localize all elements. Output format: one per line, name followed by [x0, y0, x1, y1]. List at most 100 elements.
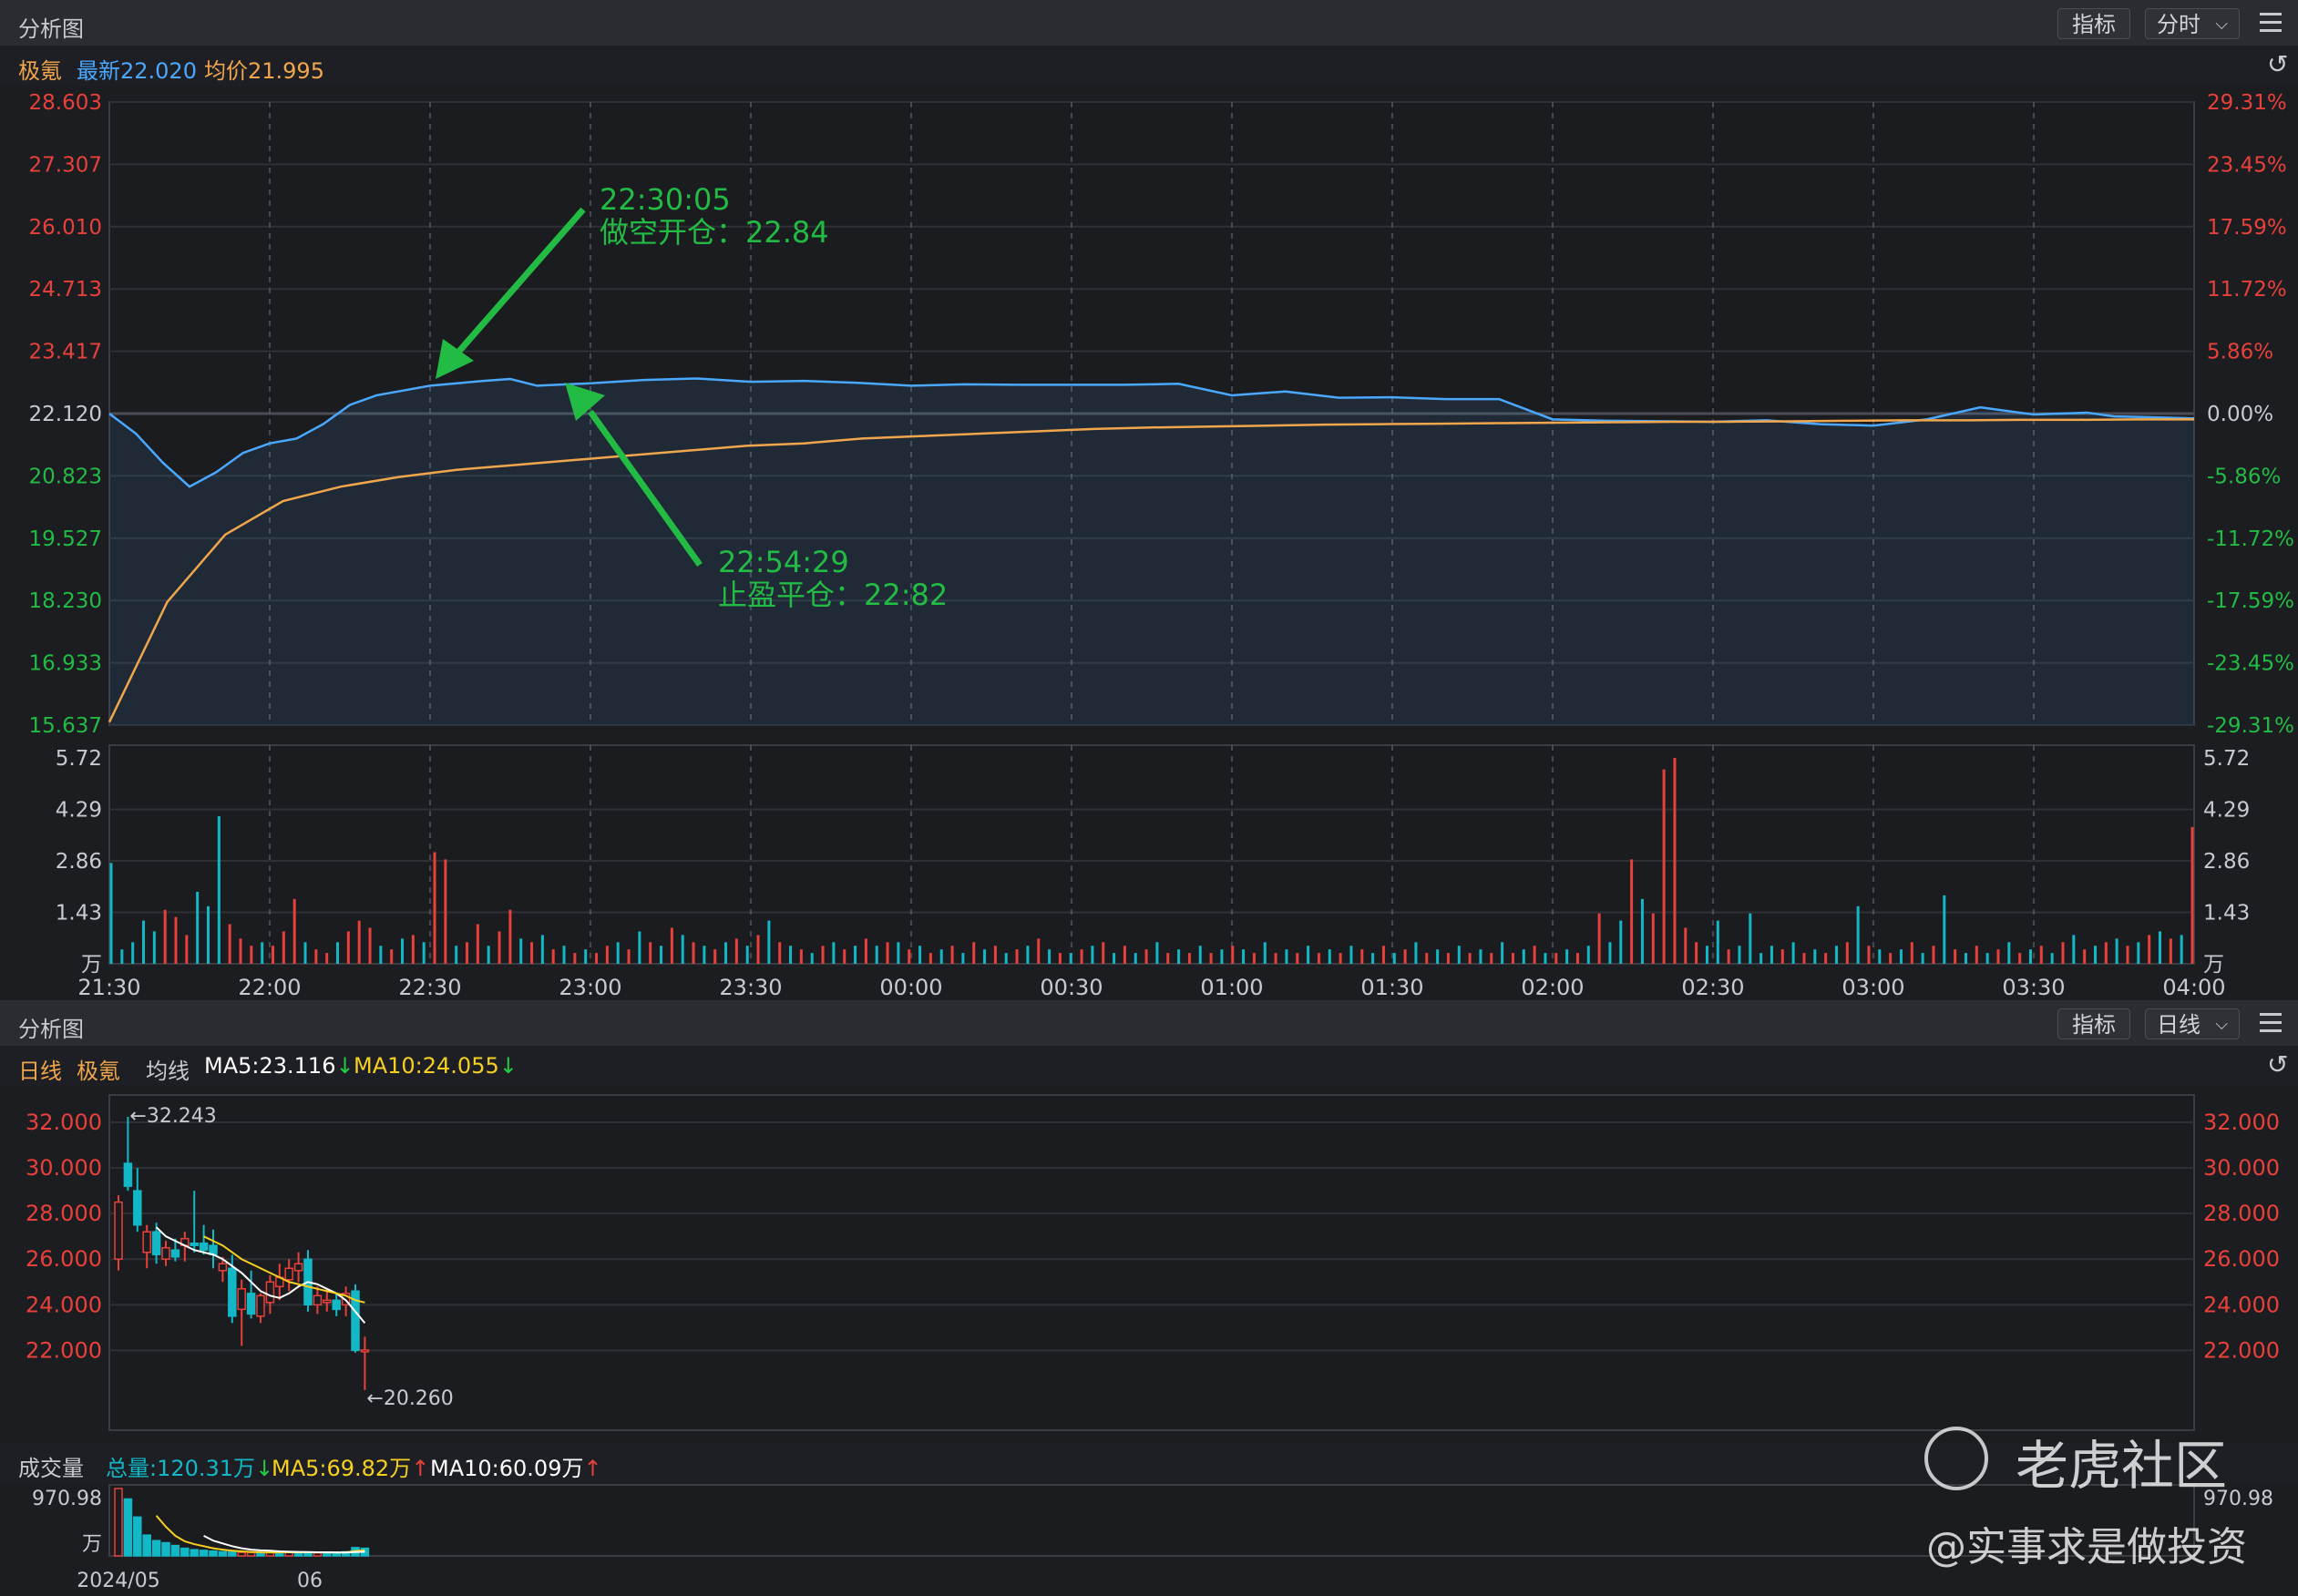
y-right-tick: -23.45% [2207, 652, 2294, 676]
vol-y-tick-right: 2.86 [2203, 850, 2250, 874]
y-right-tick: -29.31% [2207, 714, 2294, 738]
dvol-bar [237, 1551, 246, 1557]
bottom-panel-titlebar: 分析图 指标 日线 ⌵ [0, 1000, 2298, 1050]
tiger-logo-icon [1924, 1427, 1988, 1490]
dvol-bar [209, 1550, 218, 1557]
x-tick: 21:30 [77, 975, 140, 1000]
daily-y-tick-right: 28.000 [2203, 1201, 2280, 1226]
latest-price: 最新22.020 [77, 58, 197, 84]
x-tick: 01:00 [1200, 975, 1263, 1000]
daily-y-tick-right: 22.000 [2203, 1337, 2280, 1363]
x-tick: 03:30 [2002, 975, 2065, 1000]
x-tick: 00:00 [879, 975, 942, 1000]
y-left-tick: 22.120 [29, 403, 102, 426]
vol-y-tick: 5.72 [56, 747, 102, 771]
candle-body [284, 1267, 293, 1281]
vol-ma5: MA5:69.82万↑ [272, 1456, 430, 1481]
vol-y-tick: 2.86 [56, 850, 102, 874]
daily-plot-area [108, 1094, 2195, 1431]
annotation-close-time: 22:54:29 [718, 545, 849, 579]
x-tick: 01:30 [1360, 975, 1423, 1000]
candle-body [332, 1299, 341, 1311]
vol-ma10: MA10:60.09万↑ [430, 1456, 602, 1481]
dvol-bar [218, 1550, 228, 1557]
candle-body [228, 1267, 237, 1317]
vol-y-tick-right: 万 [2203, 953, 2224, 977]
bottom-indicator-button[interactable]: 指标 [2057, 1008, 2130, 1039]
candle-body [170, 1249, 180, 1258]
candle-body [246, 1293, 256, 1315]
volume-label: 成交量 [18, 1456, 84, 1481]
bottom-indicator-label: 指标 [2072, 1012, 2116, 1038]
vol-y-tick-right: 5.72 [2203, 747, 2250, 771]
y-right-tick: 5.86% [2207, 341, 2273, 364]
dvol-bar [123, 1498, 133, 1557]
total-volume: 总量:120.31万↓ [106, 1456, 274, 1481]
candle-body [123, 1162, 133, 1187]
top-indicator-button[interactable]: 指标 [2057, 8, 2130, 39]
daily-y-tick: 22.000 [26, 1337, 102, 1363]
y-left-tick: 19.527 [29, 527, 102, 551]
avg-price: 均价21.995 [204, 58, 324, 84]
dvol-bar [161, 1541, 170, 1557]
dvol-bar [151, 1540, 161, 1557]
top-symbol: 极氪 [18, 58, 62, 84]
x-tick: 02:00 [1521, 975, 1584, 1000]
candle-body [265, 1281, 275, 1304]
volume-plot-area [108, 744, 2195, 965]
top-period-dropdown[interactable]: 分时 ⌵ [2145, 8, 2240, 39]
dvol-unit: 万 [82, 1533, 102, 1556]
bottom-period-dropdown[interactable]: 日线 ⌵ [2145, 1008, 2240, 1039]
x-tick: 22:30 [398, 975, 461, 1000]
reset-icon[interactable]: ↺ [2267, 49, 2288, 79]
candle-body [323, 1299, 332, 1304]
top-panel-titlebar: 分析图 指标 分时 ⌵ [0, 0, 2298, 50]
bottom-menu-icon[interactable] [2260, 1013, 2282, 1035]
chevron-down-icon: ⌵ [2215, 1015, 2228, 1034]
y-left-tick: 26.010 [29, 216, 102, 240]
y-left-tick: 23.417 [29, 341, 102, 364]
y-left-tick: 28.603 [29, 91, 102, 115]
daily-y-tick-right: 30.000 [2203, 1155, 2280, 1181]
ma-label: 均线 [146, 1059, 190, 1084]
candle-body [360, 1349, 370, 1353]
vol-y-tick-right: 4.29 [2203, 799, 2250, 823]
candle-body [313, 1294, 323, 1306]
y-left-tick: 18.230 [29, 589, 102, 613]
x-tick: 22:00 [238, 975, 301, 1000]
y-left-tick: 27.307 [29, 153, 102, 177]
candle-body [293, 1263, 303, 1272]
y-right-tick: 17.59% [2207, 216, 2287, 240]
y-right-tick: 29.31% [2207, 91, 2287, 115]
reset-icon[interactable]: ↺ [2267, 1049, 2288, 1079]
dvol-x-tick: 06 [297, 1570, 323, 1592]
dvol-bar [190, 1549, 199, 1557]
candle-body [133, 1190, 142, 1226]
daily-y-tick: 28.000 [26, 1201, 102, 1226]
bottom-period-label: 日线 [2157, 1012, 2201, 1038]
price-area [109, 378, 2194, 725]
daily-y-tick: 26.000 [26, 1246, 102, 1272]
dvol-bar [142, 1534, 151, 1557]
y-left-tick: 16.933 [29, 652, 102, 676]
top-period-label: 分时 [2157, 12, 2201, 37]
candle-body [151, 1231, 161, 1255]
vol-y-tick: 4.29 [56, 799, 102, 823]
intraday-chart: 28.603 29.31% 27.307 23.45% 26.010 17.59% 24.7… [29, 91, 2294, 1000]
annotation-open-text: 做空开仓：22.84 [600, 215, 829, 250]
dvol-bar [133, 1516, 142, 1557]
y-right-tick: -17.59% [2207, 589, 2294, 613]
low-label: ←20.260 [366, 1387, 453, 1410]
daily-y-tick-right: 24.000 [2203, 1292, 2280, 1317]
top-panel-title: 分析图 [18, 16, 84, 42]
y-right-tick: 23.45% [2207, 153, 2287, 177]
x-tick: 00:30 [1040, 975, 1103, 1000]
chevron-down-icon: ⌵ [2215, 15, 2228, 34]
daily-label: 日线 [18, 1059, 62, 1084]
daily-y-tick: 24.000 [26, 1292, 102, 1317]
top-indicator-label: 指标 [2072, 12, 2116, 37]
top-menu-icon[interactable] [2260, 13, 2282, 35]
dvol-bar [114, 1488, 123, 1557]
daily-y-tick: 30.000 [26, 1155, 102, 1181]
candle-body [190, 1242, 199, 1246]
